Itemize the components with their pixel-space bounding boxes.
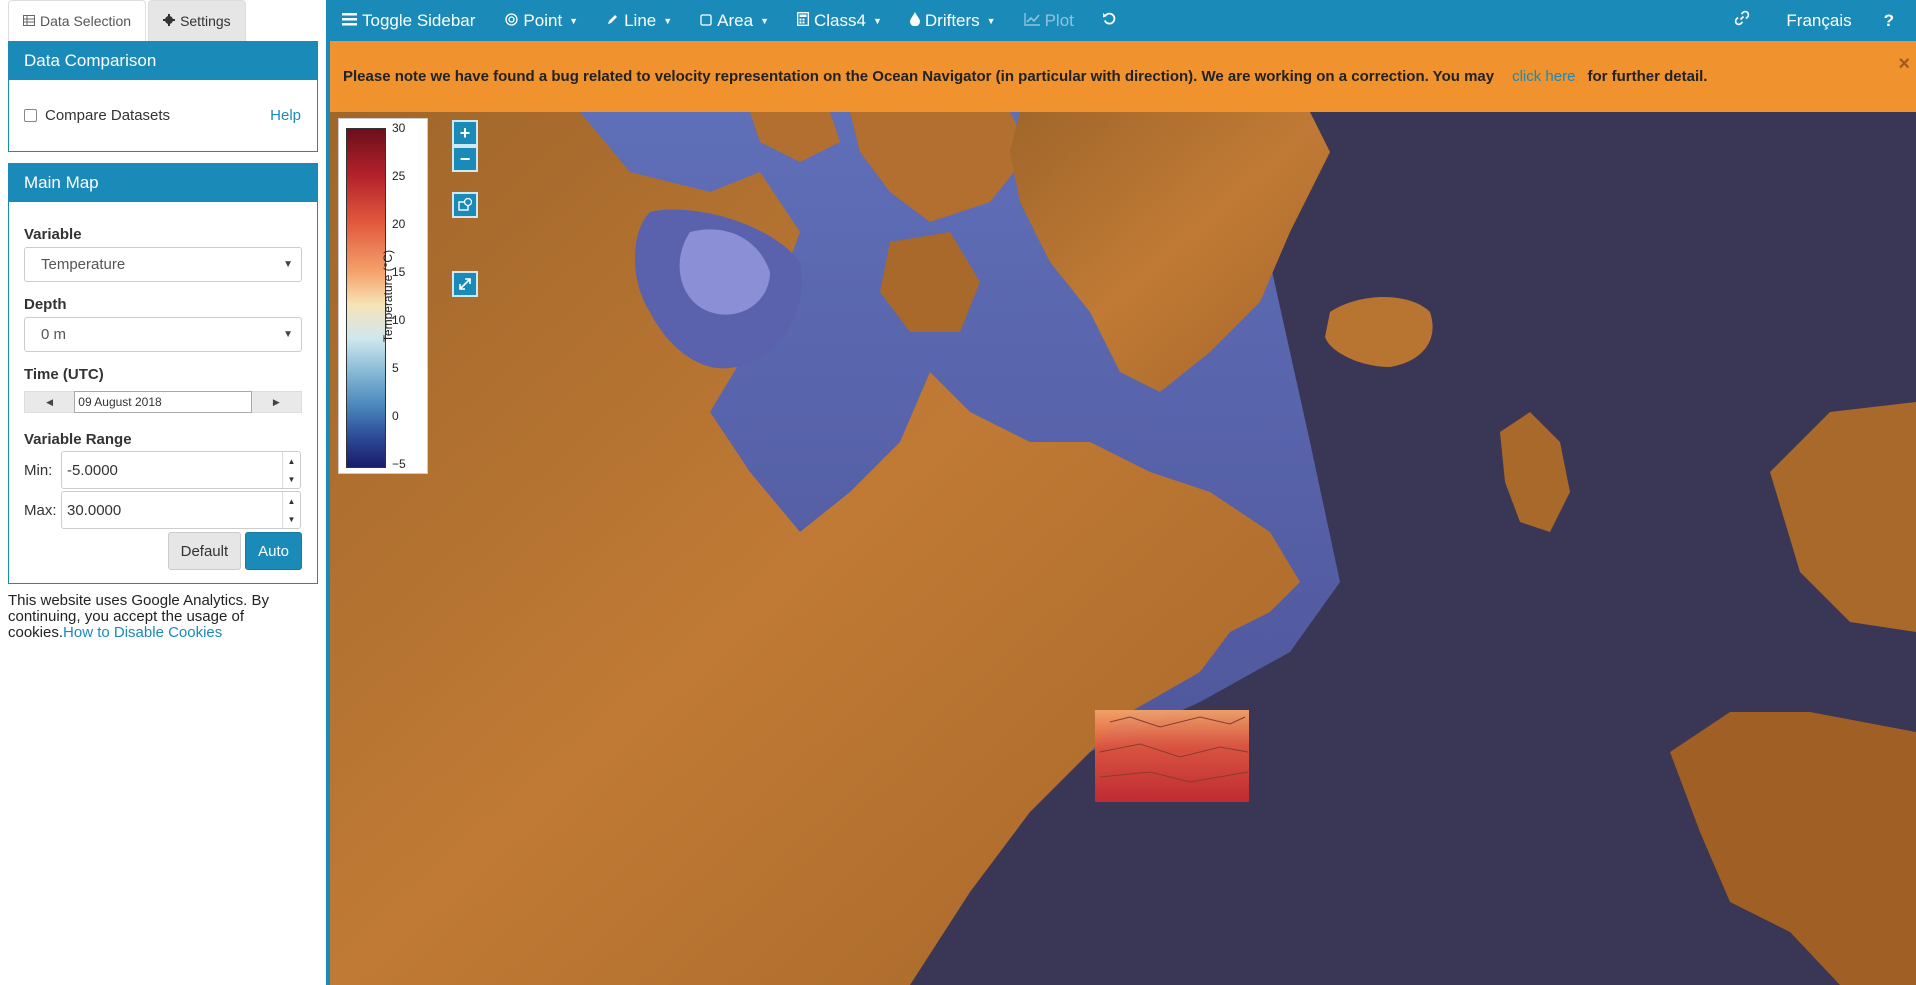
area-menu[interactable]: Area ▼ — [700, 0, 769, 41]
main-map-title: Main Map — [9, 164, 317, 202]
gear-icon — [163, 13, 176, 29]
tab-data-selection-label: Data Selection — [40, 13, 132, 29]
time-input[interactable]: 09 August 2018 — [74, 391, 252, 413]
help-button[interactable]: ? — [1884, 0, 1894, 41]
permalink-button[interactable] — [1734, 0, 1750, 41]
toggle-sidebar-label: Toggle Sidebar — [362, 10, 476, 30]
main-map-panel: Main Map Variable Temperature ▼ Depth 0 … — [8, 163, 318, 584]
top-navbar: Toggle Sidebar Point ▼ Line ▼ Area ▼ Class4… — [330, 0, 1916, 41]
depth-select[interactable]: 0 m ▼ — [24, 317, 302, 352]
colorbar-tick: 20 — [392, 217, 406, 231]
square-icon — [700, 11, 712, 31]
time-picker: ◀ 09 August 2018 ▶ — [24, 391, 302, 413]
area-label: Area — [717, 10, 754, 30]
drifters-label: Drifters — [924, 10, 980, 30]
data-comparison-title: Data Comparison — [9, 42, 317, 80]
reset-button[interactable] — [1102, 0, 1117, 41]
calculator-icon — [797, 11, 809, 31]
spin-down-icon[interactable]: ▼ — [288, 475, 296, 484]
tab-settings[interactable]: Settings — [148, 0, 246, 41]
max-input[interactable]: 30.0000 ▲ ▼ — [61, 491, 301, 529]
max-spinner[interactable]: ▲ ▼ — [282, 492, 300, 528]
checkbox-box[interactable] — [24, 109, 37, 122]
line-chart-icon — [1023, 11, 1040, 31]
banner-click-here-link[interactable]: click here — [1512, 68, 1575, 85]
variable-label: Variable — [24, 226, 82, 243]
caret-down-icon: ▼ — [663, 15, 673, 26]
min-value: -5.0000 — [67, 461, 118, 479]
spin-up-icon[interactable]: ▲ — [288, 457, 296, 466]
colorbar-gradient — [346, 128, 386, 468]
depth-value: 0 m — [41, 326, 67, 343]
line-menu[interactable]: Line ▼ — [606, 0, 672, 41]
colorbar-title: Temperature (°C) — [381, 249, 395, 343]
spin-up-icon[interactable]: ▲ — [288, 497, 296, 506]
colorbar-tick: 25 — [392, 169, 406, 183]
tab-data-selection[interactable]: Data Selection — [8, 0, 147, 41]
tab-settings-label: Settings — [180, 13, 231, 29]
colorbar-legend: 30 25 20 15 10 5 0 −5 Temperature (°C) — [338, 118, 428, 474]
colorbar-tick: 0 — [392, 409, 399, 423]
cookie-notice: This website uses Google Analytics. By c… — [8, 593, 308, 641]
class4-label: Class4 — [814, 10, 866, 30]
compare-datasets-checkbox[interactable]: Compare Datasets — [24, 107, 170, 124]
zoom-in-button[interactable]: + — [452, 120, 478, 146]
point-menu[interactable]: Point ▼ — [505, 0, 578, 41]
auto-button[interactable]: Auto — [245, 532, 302, 570]
plot-button[interactable]: Plot — [1023, 0, 1074, 41]
compare-datasets-label: Compare Datasets — [45, 107, 171, 124]
sidebar: Data Selection Settings Data Comparison … — [0, 0, 326, 985]
caret-down-icon: ▼ — [283, 259, 293, 270]
target-icon — [505, 11, 519, 31]
colorbar-tick: −5 — [392, 457, 406, 471]
data-comparison-panel: Data Comparison Compare Datasets Help — [8, 41, 318, 152]
variable-value: Temperature — [41, 256, 126, 273]
next-time-button[interactable]: ▶ — [252, 392, 301, 412]
colorbar-tick: 30 — [392, 121, 406, 135]
max-label: Max: — [24, 501, 57, 519]
caret-down-icon: ▼ — [569, 15, 579, 26]
drifters-menu[interactable]: Drifters ▼ — [909, 0, 996, 41]
map-basemap — [330, 112, 1916, 985]
zoom-out-button[interactable]: − — [452, 146, 478, 172]
variable-range-label: Variable Range — [24, 431, 132, 448]
banner-suffix: for further detail. — [1587, 68, 1708, 85]
caret-down-icon: ▼ — [872, 15, 882, 26]
variable-select[interactable]: Temperature ▼ — [24, 247, 302, 282]
caret-down-icon: ▼ — [986, 15, 996, 26]
toggle-sidebar-button[interactable]: Toggle Sidebar — [342, 0, 475, 41]
max-value: 30.0000 — [67, 501, 122, 519]
language-toggle[interactable]: Français — [1786, 0, 1851, 41]
point-label: Point — [523, 10, 563, 30]
help-link[interactable]: Help — [270, 107, 301, 124]
notice-banner: Please note we have found a bug related … — [330, 41, 1916, 112]
close-icon[interactable]: × — [1898, 53, 1910, 76]
depth-label: Depth — [24, 296, 67, 313]
undo-icon — [1102, 11, 1117, 31]
disable-cookies-link[interactable]: How to Disable Cookies — [63, 624, 222, 641]
prev-time-button[interactable]: ◀ — [25, 392, 74, 412]
min-label: Min: — [24, 461, 53, 479]
default-button[interactable]: Default — [167, 532, 242, 570]
min-input[interactable]: -5.0000 ▲ ▼ — [61, 451, 301, 489]
banner-text: Please note we have found a bug related … — [343, 68, 1495, 85]
fullscreen-icon[interactable] — [452, 271, 478, 297]
caret-down-icon: ▼ — [283, 329, 293, 340]
link-icon — [1734, 10, 1750, 31]
tint-icon — [909, 11, 920, 31]
sidebar-tabs: Data Selection Settings — [8, 0, 248, 41]
pencil-icon — [606, 11, 619, 31]
line-label: Line — [624, 10, 657, 30]
caret-down-icon: ▼ — [760, 15, 769, 26]
menu-icon — [342, 11, 357, 31]
table-icon — [23, 13, 35, 29]
min-spinner[interactable]: ▲ ▼ — [282, 452, 300, 488]
plot-label: Plot — [1044, 10, 1074, 30]
map-canvas[interactable]: 30 25 20 15 10 5 0 −5 Temperature (°C) +… — [330, 112, 1916, 985]
time-label: Time (UTC) — [24, 366, 104, 383]
colorbar-tick: 5 — [392, 361, 399, 375]
globe-icon[interactable] — [452, 192, 478, 218]
class4-menu[interactable]: Class4 ▼ — [797, 0, 882, 41]
spin-down-icon[interactable]: ▼ — [288, 515, 296, 524]
